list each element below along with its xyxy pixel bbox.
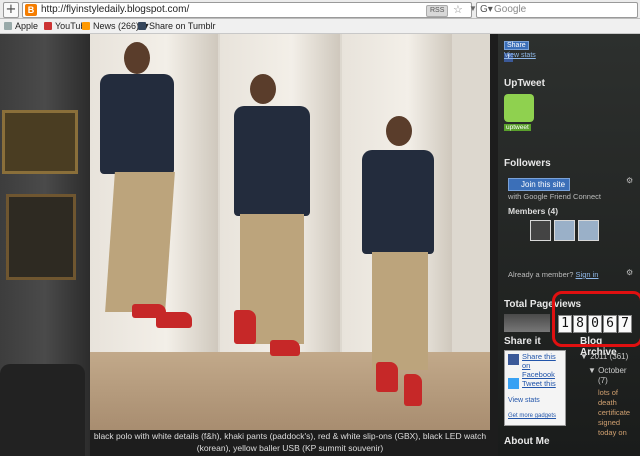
search-input[interactable]: Google (494, 4, 526, 15)
search-bar[interactable]: G▾ Google (476, 2, 638, 18)
already-member-row: Already a member? Sign in (508, 270, 598, 279)
chair-shape (0, 364, 85, 456)
archive-post-link[interactable]: lots of death certificate signed today o… (598, 388, 634, 438)
avatar[interactable] (578, 220, 599, 241)
caption-line-2: (korean), yellow baller USB (KP summit s… (196, 443, 384, 453)
bookmark-tumblr[interactable]: Share on Tumblr (138, 20, 216, 32)
followers-title: Followers (504, 158, 551, 169)
figure-shirt (234, 106, 310, 216)
photo-floor (90, 352, 490, 430)
archive-month[interactable]: October (598, 366, 626, 375)
browser-toolbar: + B http://flyinstyledaily.blogspot.com/… (0, 0, 640, 19)
friend-connect-text: with Google Friend Connect (508, 192, 601, 201)
url-text: http://flyinstyledaily.blogspot.com/ (41, 4, 190, 15)
pageviews-sparkline (504, 314, 550, 332)
painting-frame (6, 194, 76, 280)
youtube-icon (44, 22, 52, 30)
figure-head (386, 116, 412, 146)
archive-month-item[interactable]: ▼ October (588, 366, 627, 375)
share-box: Share this on Facebook Tweet this View s… (504, 350, 566, 426)
highlight-annotation (552, 291, 640, 347)
join-site-button[interactable]: Join this site (508, 178, 571, 191)
avatar[interactable] (554, 220, 575, 241)
sign-in-link[interactable]: Sign in (576, 270, 599, 279)
get-more-gadgets-link[interactable]: Get more gadgets (508, 413, 556, 419)
figure-head (124, 42, 150, 74)
gear-icon[interactable]: ⚙ (626, 268, 633, 277)
gear-icon[interactable]: ⚙ (626, 176, 633, 185)
add-icon[interactable]: + (3, 2, 19, 18)
outfit-photo (90, 34, 490, 430)
page-content: black polo with white details (f&h), kha… (0, 34, 640, 456)
twitter-icon (508, 378, 519, 389)
figure-shoe (234, 310, 256, 344)
view-stats-link[interactable]: View stats (508, 397, 540, 404)
figure-pants (105, 172, 175, 312)
figure-shoe (404, 374, 422, 406)
background-wall (0, 34, 90, 456)
members-label: Members (4) (508, 206, 559, 216)
figure-shoe (376, 362, 398, 392)
tweet-this-link[interactable]: Tweet this (522, 379, 556, 388)
bookmarks-bar: Apple YouTube News (266) ▼ Share on Tumb… (0, 19, 640, 34)
twitter-bird-icon[interactable] (504, 94, 534, 122)
figure-pants (372, 252, 428, 370)
painting-frame (2, 110, 78, 174)
address-bar[interactable]: B http://flyinstyledaily.blogspot.com/ R… (22, 2, 490, 18)
blog-sidebar: Share f View stats UpTweet uptweet Follo… (498, 34, 640, 456)
share-widget[interactable]: Share f (504, 38, 532, 62)
search-icon: G▾ (480, 4, 493, 15)
caption-line-1: black polo with white details (f&h), kha… (93, 431, 487, 441)
star-icon[interactable]: ☆ (453, 3, 463, 16)
about-me-title: About Me (504, 436, 550, 447)
rss-badge[interactable]: RSS (426, 5, 449, 17)
share-button[interactable]: Share (504, 41, 529, 50)
figure-shirt (100, 74, 174, 174)
apple-icon (4, 22, 12, 30)
already-member-text: Already a member? (508, 270, 574, 279)
view-stats-link[interactable]: View stats (504, 52, 536, 59)
archive-month-count: (7) (598, 376, 608, 385)
avatar[interactable] (530, 220, 551, 241)
archive-year-item[interactable]: ▼ 2011 (361) (580, 352, 628, 361)
facebook-icon (508, 354, 519, 365)
rss-icon (82, 22, 90, 30)
figure-shoe (270, 340, 300, 356)
blogger-icon: B (25, 4, 37, 16)
uptweet-title: UpTweet (504, 78, 545, 89)
uptweet-badge[interactable]: uptweet (504, 124, 531, 131)
figure-head (250, 74, 276, 104)
tumblr-icon (138, 22, 146, 30)
bookmark-apple[interactable]: Apple (4, 20, 38, 32)
figure-shoe (156, 312, 192, 328)
share-it-title: Share it (504, 336, 541, 347)
photo-caption: black polo with white details (f&h), kha… (90, 430, 490, 456)
share-facebook-link[interactable]: Share this on Facebook (522, 352, 564, 379)
archive-year[interactable]: 2011 (590, 352, 607, 361)
figure-shirt (362, 150, 434, 254)
archive-year-count: (361) (609, 352, 629, 361)
